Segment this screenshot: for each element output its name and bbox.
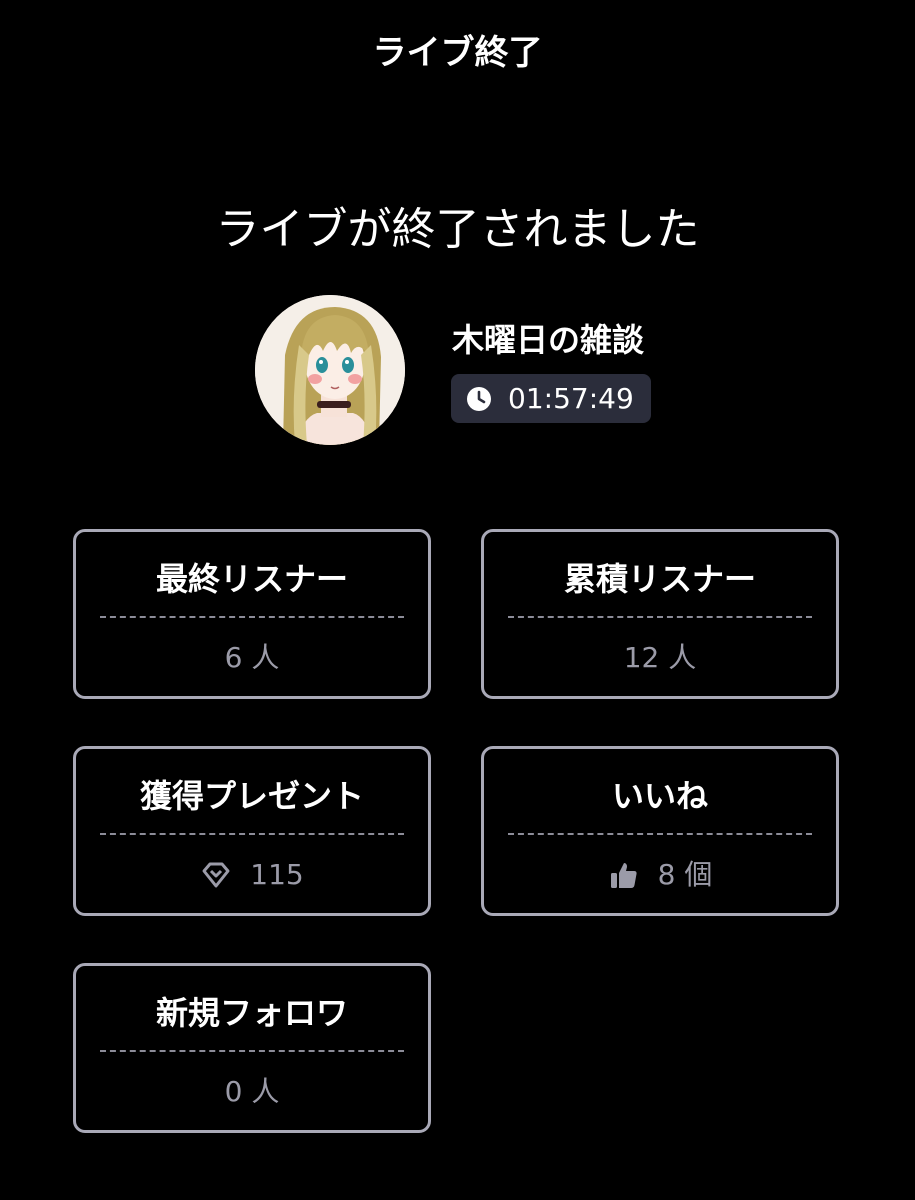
stat-value-text: 12 人 (623, 641, 697, 674)
stat-card-new-followers: 新規フォロワ 0 人 (73, 963, 431, 1133)
stat-card-title: 獲得プレゼント (139, 777, 364, 815)
thumbs-up-icon (610, 863, 637, 888)
stat-card-title: いいね (611, 777, 708, 815)
stat-card-title: 最終リスナー (155, 560, 348, 598)
stat-card-total-listeners: 累積リスナー 12 人 (481, 529, 839, 699)
stat-card-value: 8 個 (484, 857, 836, 893)
card-divider (100, 833, 404, 835)
ended-message: ライブが終了されました (215, 204, 700, 255)
stat-value-text: 6 人 (224, 641, 280, 674)
diamond-icon (202, 862, 230, 888)
avatar (255, 295, 405, 445)
stat-value-text: 8 個 (657, 858, 713, 891)
duration-text: 01:57:49 (508, 382, 634, 415)
stat-card-value: 12 人 (484, 640, 836, 676)
card-divider (508, 833, 812, 835)
stat-card-final-listeners: 最終リスナー 6 人 (73, 529, 431, 699)
card-divider (100, 616, 404, 618)
duration-badge: 01:57:49 (451, 374, 651, 423)
stat-card-likes: いいね 8 個 (481, 746, 839, 916)
stat-value-text: 115 (250, 858, 304, 891)
stream-title: 木曜日の雑談 (452, 321, 645, 359)
stat-card-value: 0 人 (76, 1074, 428, 1110)
clock-icon (467, 386, 491, 411)
stat-card-value: 6 人 (76, 640, 428, 676)
card-divider (508, 616, 812, 618)
stat-value-text: 0 人 (224, 1075, 280, 1108)
stat-card-presents: 獲得プレゼント 115 (73, 746, 431, 916)
stat-card-title: 累積リスナー (563, 560, 756, 598)
stat-card-title: 新規フォロワ (155, 994, 348, 1032)
card-divider (100, 1050, 404, 1052)
page-title: ライブ終了 (372, 33, 543, 73)
stat-card-value: 115 (76, 857, 428, 893)
